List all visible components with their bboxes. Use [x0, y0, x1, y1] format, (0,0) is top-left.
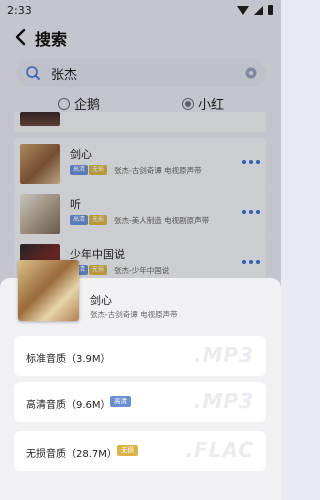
- quality-label: 无损音质（28.7M）: [26, 449, 117, 460]
- lossless-badge: 无损: [117, 445, 138, 456]
- quality-option-lossless[interactable]: 无损音质（28.7M） 无损 .FLAC: [14, 431, 266, 471]
- sheet-song-artist: 张杰-古剑奇谭 电视原声带: [90, 310, 178, 319]
- hq-badge: 高清: [110, 396, 131, 407]
- format-watermark: .FLAC: [185, 438, 254, 462]
- quality-label: 高清音质（9.6M）: [26, 400, 111, 411]
- quality-option-hq[interactable]: 高清音质（9.6M） 高清 .MP3: [14, 382, 266, 422]
- format-watermark: .MP3: [193, 389, 254, 413]
- quality-option-standard[interactable]: 标准音质（3.9M） .MP3: [14, 336, 266, 376]
- quality-label: 标准音质（3.9M）: [26, 354, 111, 365]
- format-watermark: .MP3: [193, 343, 254, 367]
- quality-bottom-sheet: 剑心 张杰-古剑奇谭 电视原声带 标准音质（3.9M） .MP3 高清音质（9.…: [0, 260, 281, 500]
- sheet-song-title: 剑心: [90, 294, 112, 307]
- cover-image: [18, 260, 79, 321]
